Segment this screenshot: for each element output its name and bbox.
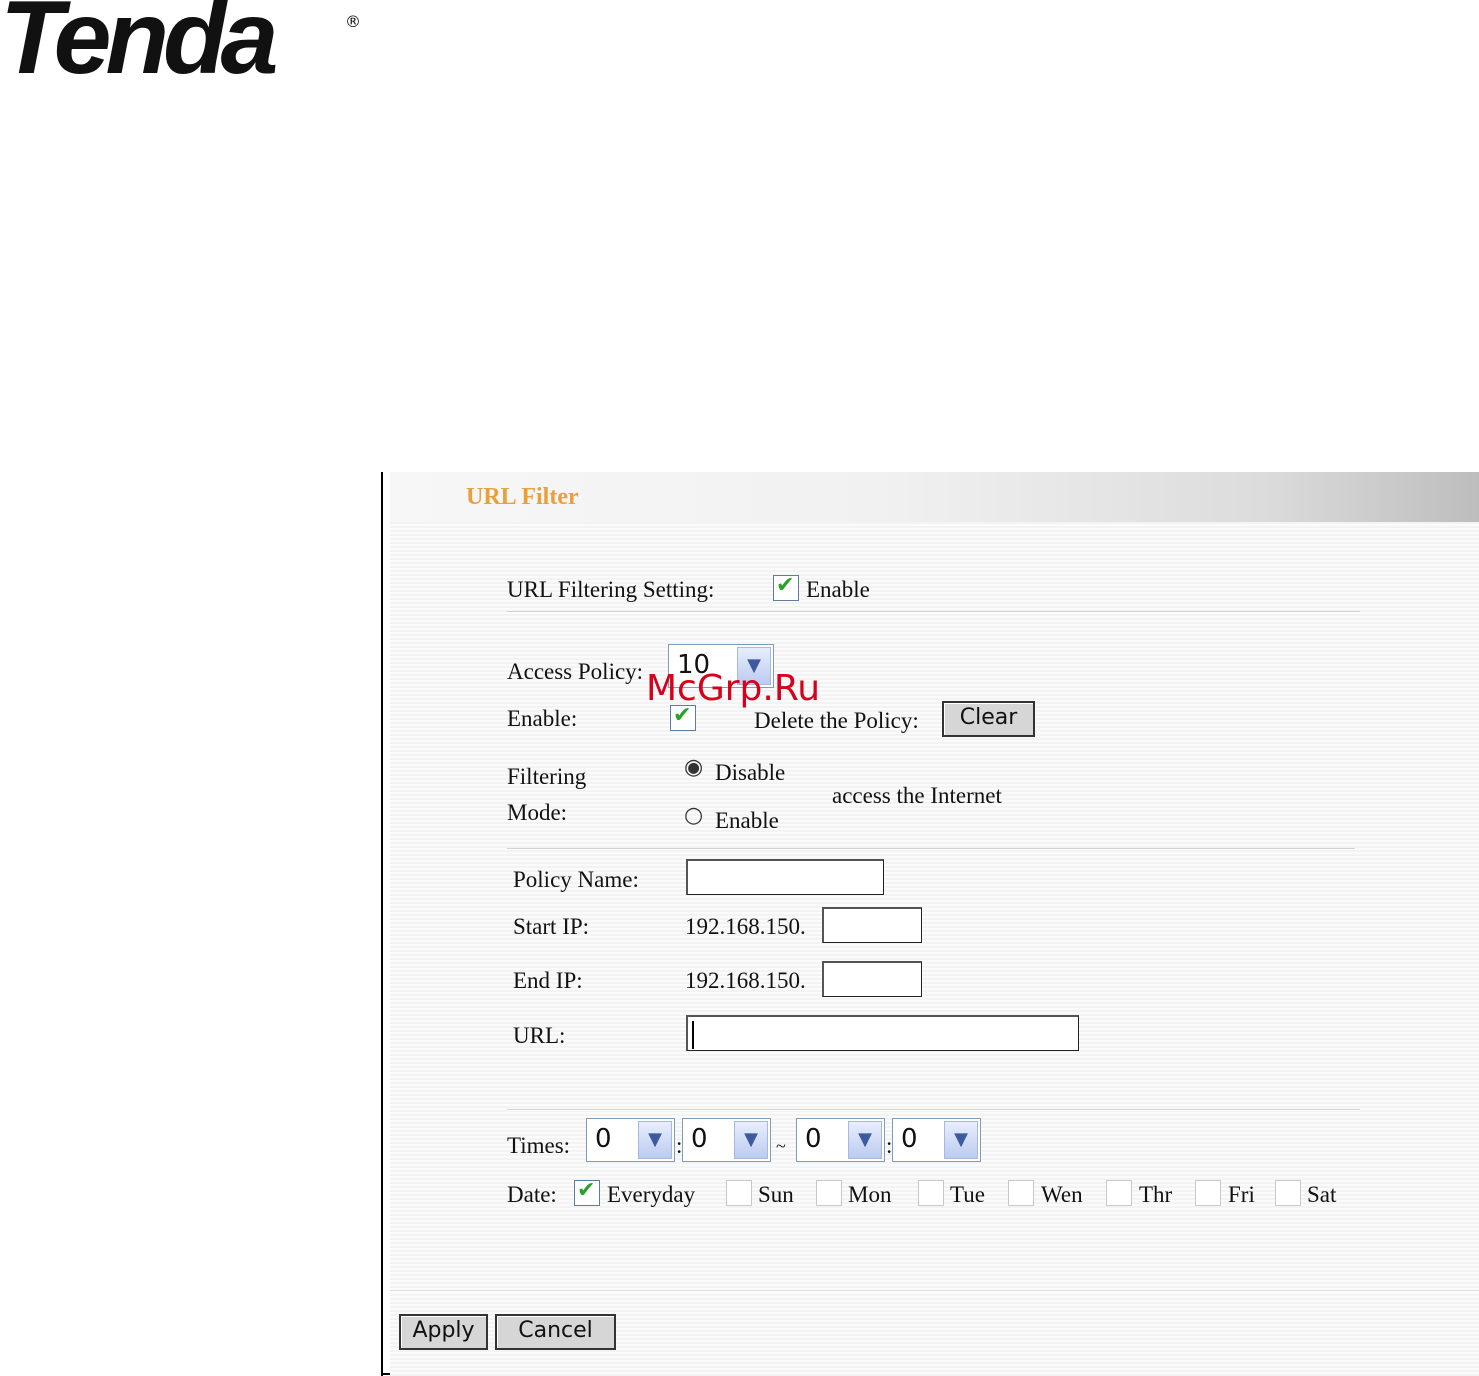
end-hour-value: 0 xyxy=(805,1124,822,1154)
divider xyxy=(507,848,1355,850)
policy-enable-label: Enable: xyxy=(507,706,578,731)
filtering-mode-label-line1: Filtering xyxy=(507,764,587,789)
start-minute-select[interactable]: 0 ▼ xyxy=(682,1118,771,1162)
policy-name-label: Policy Name: xyxy=(513,867,639,892)
day-sun-checkbox[interactable] xyxy=(726,1180,752,1206)
policy-name-input[interactable] xyxy=(686,859,884,895)
cancel-button[interactable]: Cancel xyxy=(495,1314,616,1350)
day-fri-label: Fri xyxy=(1228,1182,1255,1207)
end-ip-label: End IP: xyxy=(513,968,583,993)
times-label: Times: xyxy=(507,1133,571,1158)
access-policy-label: Access Policy: xyxy=(507,659,644,684)
url-label: URL: xyxy=(513,1023,566,1048)
day-fri-checkbox[interactable] xyxy=(1195,1180,1221,1206)
filtering-mode-enable-label: Enable xyxy=(715,808,779,833)
panel-title: URL Filter xyxy=(466,484,579,510)
end-minute-select[interactable]: 0 ▼ xyxy=(892,1118,981,1162)
chevron-down-icon[interactable]: ▼ xyxy=(944,1121,978,1159)
divider xyxy=(390,1290,1479,1292)
filtering-mode-disable-label: Disable xyxy=(715,760,786,785)
check-icon: ✔ xyxy=(673,703,692,728)
url-filtering-enable-checkbox[interactable]: ✔ xyxy=(773,573,799,601)
chevron-down-icon[interactable]: ▼ xyxy=(734,1121,768,1159)
tenda-logo: Tenda xyxy=(0,0,278,96)
radio-on-icon: ◉ xyxy=(684,755,704,780)
day-sat-label: Sat xyxy=(1307,1182,1337,1207)
text-caret xyxy=(692,1021,694,1049)
delete-policy-label: Delete the Policy: xyxy=(754,708,919,733)
frame-border xyxy=(381,472,383,1376)
day-wen-checkbox[interactable] xyxy=(1008,1180,1034,1206)
registered-mark: ® xyxy=(345,12,361,31)
start-ip-input[interactable] xyxy=(822,907,922,943)
divider xyxy=(507,1109,1360,1111)
day-sat-checkbox[interactable] xyxy=(1275,1180,1301,1206)
end-ip-input[interactable] xyxy=(822,961,922,997)
start-minute-value: 0 xyxy=(691,1124,708,1154)
policy-enable-checkbox[interactable]: ✔ xyxy=(670,703,696,731)
radio-off-icon: ○ xyxy=(684,803,704,828)
start-ip-label: Start IP: xyxy=(513,914,590,939)
date-label: Date: xyxy=(507,1182,557,1207)
end-ip-prefix: 192.168.150. xyxy=(685,968,806,993)
start-hour-value: 0 xyxy=(595,1124,612,1154)
filtering-mode-enable-radio[interactable]: ○ xyxy=(684,804,708,828)
apply-button[interactable]: Apply xyxy=(399,1314,488,1350)
day-tue-checkbox[interactable] xyxy=(918,1180,944,1206)
day-everyday-label: Everyday xyxy=(607,1182,696,1207)
filtering-mode-label-line2: Mode: xyxy=(507,800,568,825)
day-everyday-checkbox[interactable]: ✔ xyxy=(574,1178,600,1206)
end-hour-select[interactable]: 0 ▼ xyxy=(796,1118,885,1162)
check-icon: ✔ xyxy=(776,573,795,598)
filtering-mode-suffix: access the Internet xyxy=(832,783,1002,808)
check-icon: ✔ xyxy=(577,1178,596,1203)
day-thr-checkbox[interactable] xyxy=(1106,1180,1132,1206)
end-minute-value: 0 xyxy=(901,1124,918,1154)
filtering-mode-disable-radio[interactable]: ◉ xyxy=(684,756,708,780)
url-filtering-enable-label: Enable xyxy=(806,577,870,602)
day-mon-checkbox[interactable] xyxy=(816,1180,842,1206)
day-sun-label: Sun xyxy=(758,1182,794,1207)
url-filtering-setting-label: URL Filtering Setting: xyxy=(507,577,715,602)
start-ip-prefix: 192.168.150. xyxy=(685,914,806,939)
chevron-down-icon[interactable]: ▼ xyxy=(848,1121,882,1159)
start-hour-select[interactable]: 0 ▼ xyxy=(586,1118,675,1162)
day-wen-label: Wen xyxy=(1041,1182,1083,1207)
url-input[interactable] xyxy=(686,1015,1079,1051)
clear-button[interactable]: Clear xyxy=(942,701,1035,737)
chevron-down-icon[interactable]: ▼ xyxy=(638,1121,672,1159)
time-tilde: ~ xyxy=(776,1136,786,1156)
day-tue-label: Tue xyxy=(950,1182,985,1207)
divider xyxy=(507,611,1360,613)
day-mon-label: Mon xyxy=(848,1182,892,1207)
day-thr-label: Thr xyxy=(1139,1182,1173,1207)
